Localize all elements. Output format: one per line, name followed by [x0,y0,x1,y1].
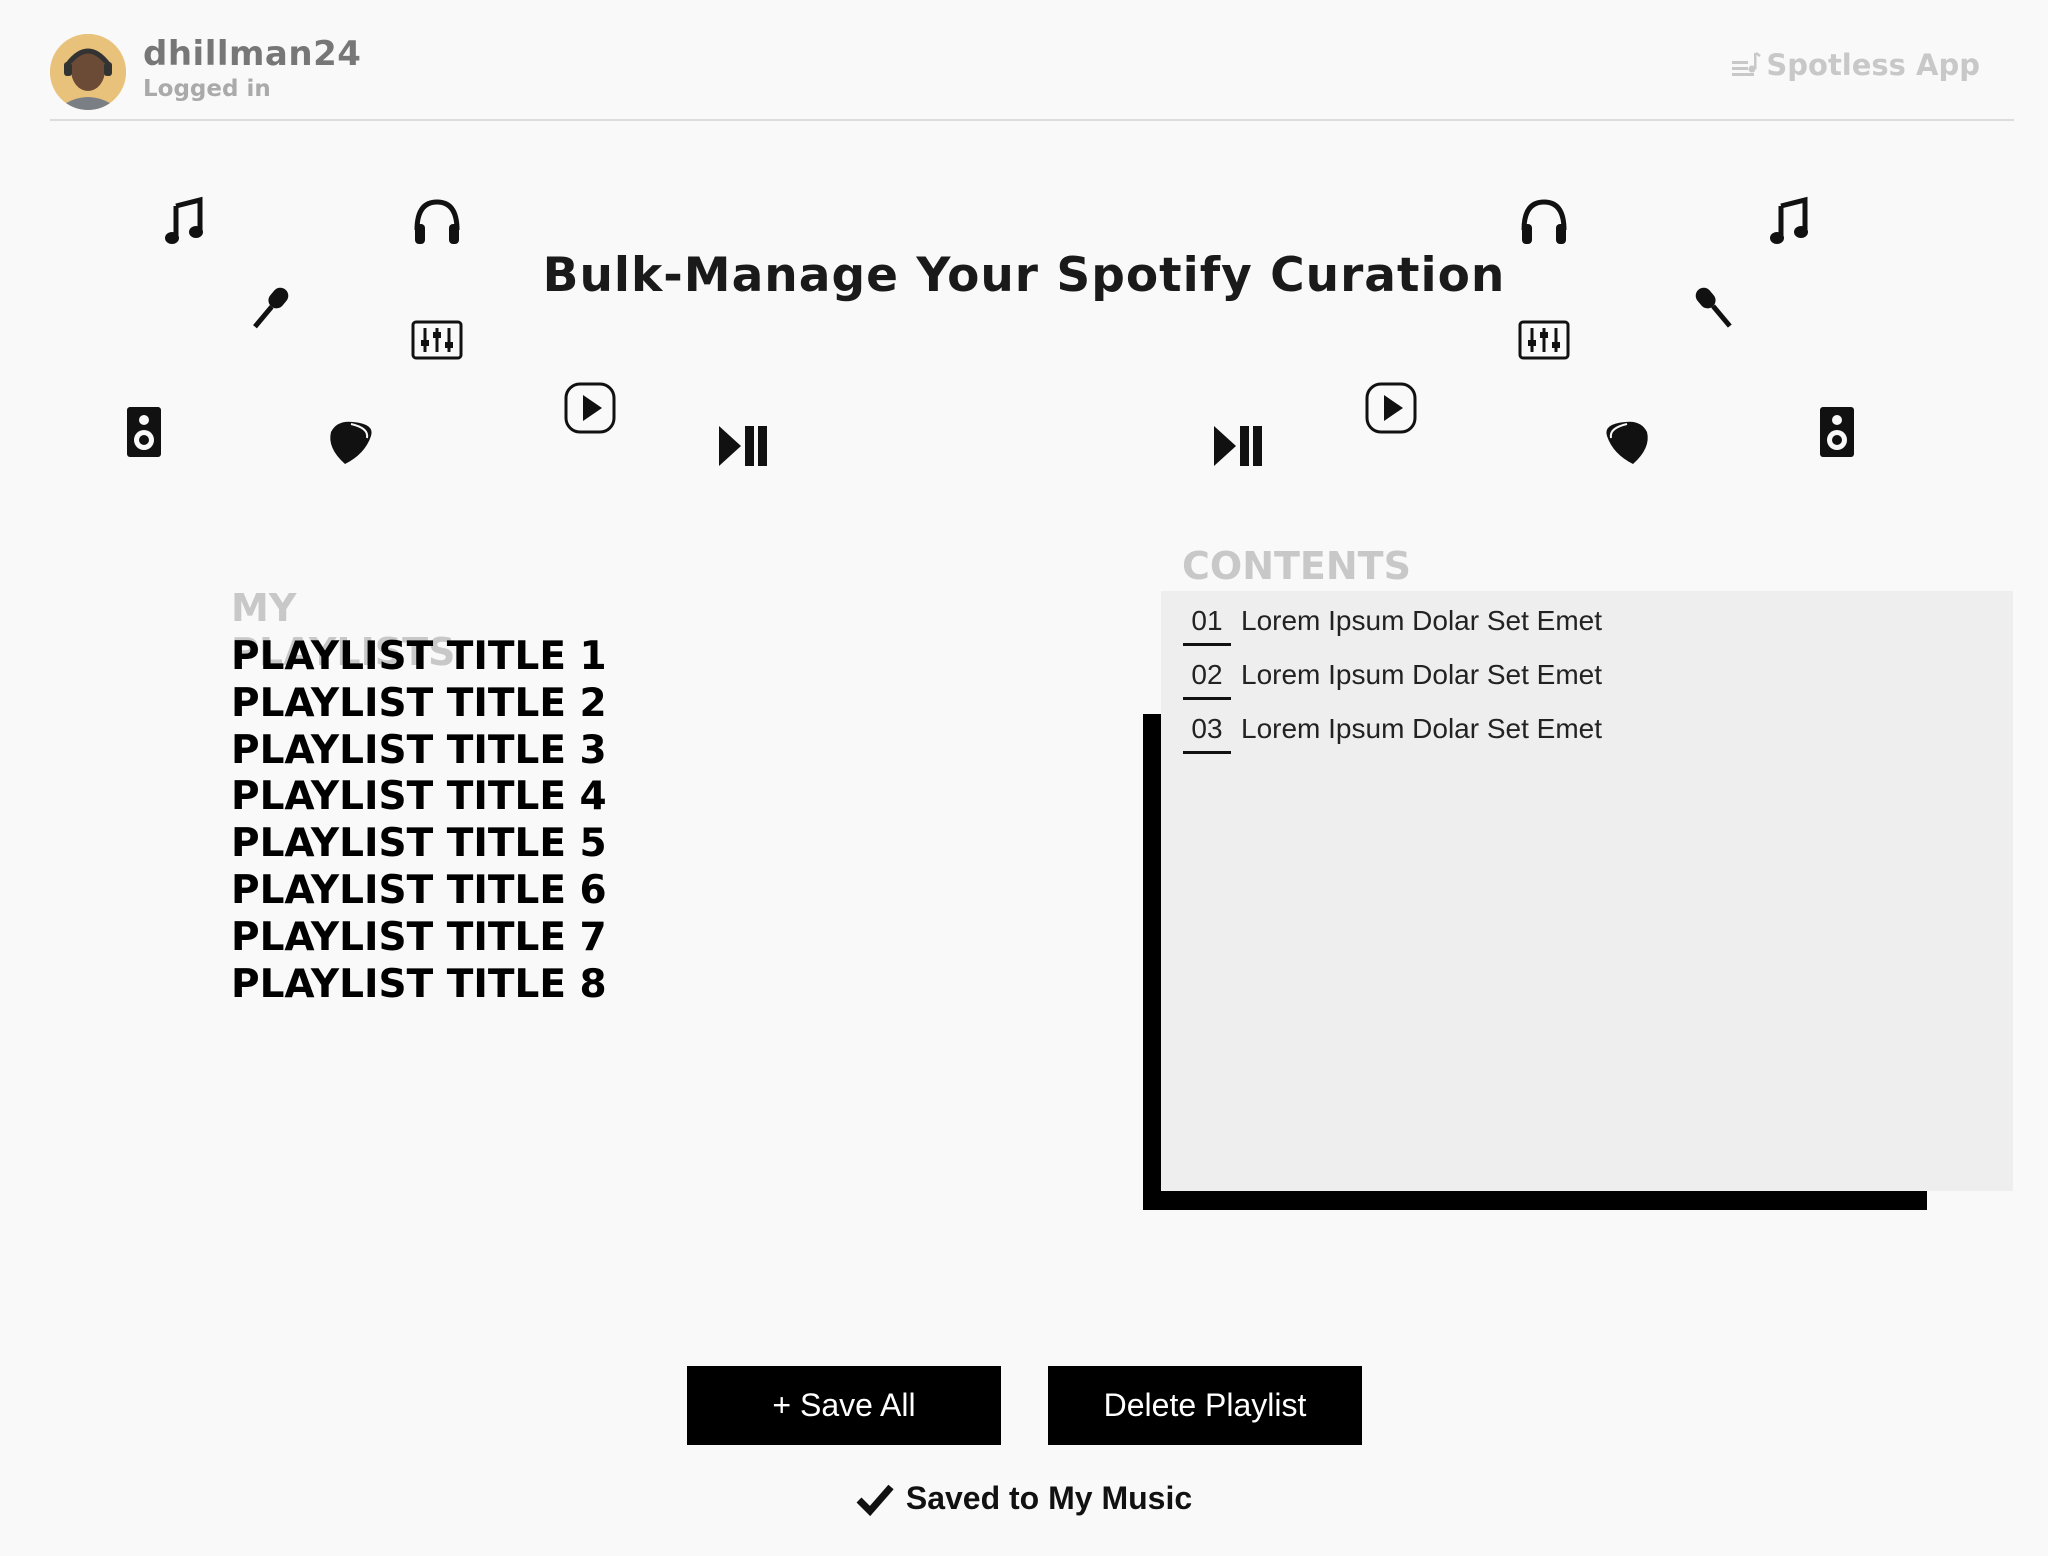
avatar[interactable] [50,34,126,110]
track-row[interactable]: 02 Lorem Ipsum Dolar Set Emet [1183,645,1603,700]
play-button-icon [562,380,618,436]
playlist-item[interactable]: PLAYLIST TITLE 2 [231,681,607,728]
guitar-pick-icon [1599,414,1655,470]
username: dhillman24 [143,34,362,74]
checkmark-icon [856,1484,894,1516]
playlist-item[interactable]: PLAYLIST TITLE 4 [231,774,607,821]
brand-logo[interactable]: Spotless App [1730,48,1980,82]
brand-name: Spotless App [1766,48,1980,82]
playlist-item[interactable]: PLAYLIST TITLE 5 [231,821,607,868]
music-note-icon [160,194,216,250]
music-note-icon [1765,194,1821,250]
speaker-icon [116,404,172,460]
track-row[interactable]: 03 Lorem Ipsum Dolar Set Emet [1183,699,1603,754]
save-status-text: Saved to My Music [905,1480,1193,1516]
save-status: Saved to My Music [0,1480,2048,1517]
track-row[interactable]: 01 Lorem Ipsum Dolar Set Emet [1183,591,1603,646]
contents-heading: CONTENTS [1182,544,1411,588]
delete-playlist-button[interactable]: Delete Playlist [1048,1366,1362,1445]
playlist-item[interactable]: PLAYLIST TITLE 1 [231,634,607,681]
track-number: 01 [1183,591,1231,646]
track-number: 03 [1183,699,1231,754]
playlist-music-icon [1730,49,1762,81]
equalizer-icon [1516,312,1572,368]
track-title: Lorem Ipsum Dolar Set Emet [1241,713,1603,744]
login-status: Logged in [143,76,271,102]
playlist-item[interactable]: PLAYLIST TITLE 6 [231,868,607,915]
page-title: Bulk-Manage Your Spotify Curation [542,248,1506,303]
playlist-item[interactable]: PLAYLIST TITLE 3 [231,728,607,775]
app-header: dhillman24 Logged in Spotless App [50,0,2014,121]
guitar-pick-icon [323,414,379,470]
headphones-icon [409,194,465,250]
track-title: Lorem Ipsum Dolar Set Emet [1241,659,1603,690]
play-pause-icon [715,418,771,474]
headphones-icon [1516,194,1572,250]
track-number: 02 [1183,645,1231,700]
contents-panel: 01 Lorem Ipsum Dolar Set Emet 02 Lorem I… [1161,591,2013,1191]
play-button-icon [1363,380,1419,436]
playlist-item[interactable]: PLAYLIST TITLE 7 [231,915,607,962]
playlist-item[interactable]: PLAYLIST TITLE 8 [231,962,607,1009]
track-title: Lorem Ipsum Dolar Set Emet [1241,605,1603,636]
equalizer-icon [409,312,465,368]
save-all-button[interactable]: + Save All [687,1366,1001,1445]
play-pause-icon [1210,418,1266,474]
speaker-icon [1809,404,1865,460]
